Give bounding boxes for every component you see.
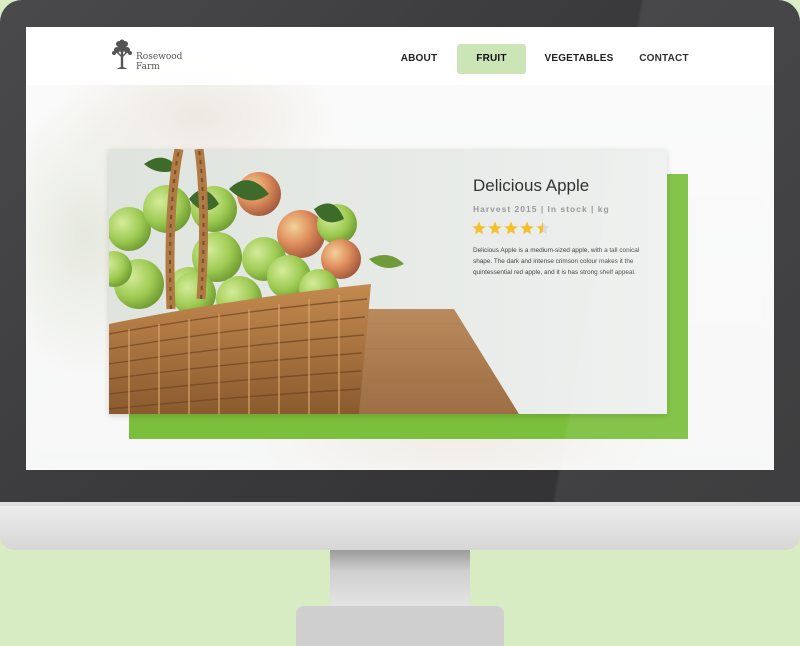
nav-about[interactable]: ABOUT — [392, 44, 446, 74]
product-title: Delicious Apple — [473, 176, 590, 195]
monitor-foot — [296, 606, 504, 646]
nav-fruit[interactable]: FRUIT — [457, 44, 526, 74]
half-star-icon — [536, 221, 550, 235]
star-icon — [520, 221, 534, 235]
monitor-chin — [0, 502, 800, 550]
screen: Rosewood Farm ABOUT FRUIT VEGETABLES CON… — [26, 27, 774, 470]
brand-line-1: Rosewood — [136, 52, 183, 62]
star-icon — [488, 221, 502, 235]
star-icon — [472, 221, 486, 235]
nav-contact[interactable]: CONTACT — [634, 44, 694, 74]
product-card: Delicious Apple Harvest 2015 | In stock … — [109, 149, 667, 414]
nav-vegetables[interactable]: VEGETABLES — [544, 44, 614, 74]
navbar: Rosewood Farm ABOUT FRUIT VEGETABLES CON… — [26, 27, 774, 85]
product-description: Delicious Apple is a medium-sized apple,… — [473, 247, 640, 276]
star-icon — [504, 221, 518, 235]
product-meta: Harvest 2015 | In stock | kg — [473, 204, 610, 214]
rating-stars[interactable] — [472, 220, 567, 236]
brand-line-2: Farm — [136, 62, 160, 72]
brand-name[interactable]: Rosewood Farm — [136, 52, 196, 72]
monitor-neck — [330, 550, 470, 610]
